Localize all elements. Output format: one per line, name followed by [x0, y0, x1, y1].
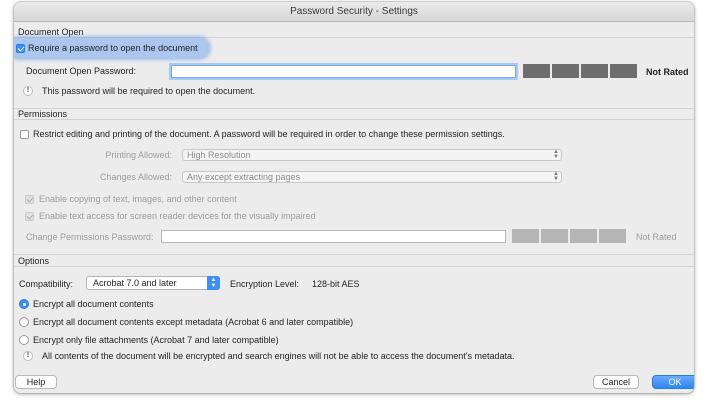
- window-title: Password Security - Settings: [14, 2, 694, 22]
- ok-button[interactable]: OK: [652, 375, 694, 389]
- password-strength-meter: [523, 64, 637, 78]
- encryption-level-value: 128-bit AES: [312, 279, 360, 289]
- permissions-header: Permissions: [14, 108, 694, 120]
- enable-copying-checkbox[interactable]: [25, 195, 34, 204]
- document-open-password-label: Document Open Password:: [25, 66, 136, 76]
- encrypt-except-metadata-label: Encrypt all document contents except met…: [33, 317, 354, 327]
- up-down-arrows-icon: ▲ ▼: [207, 276, 220, 290]
- require-password-label: Require a password to open the document: [28, 43, 198, 53]
- enable-text-access-label: Enable text access for screen reader dev…: [39, 211, 316, 221]
- strength-segment: [581, 64, 608, 78]
- password-rating: Not Rated: [646, 67, 689, 77]
- options-header: Options: [14, 255, 694, 267]
- permissions-strength-meter: [512, 229, 626, 243]
- encrypt-attachments-radio[interactable]: [19, 335, 29, 345]
- cancel-button[interactable]: Cancel: [593, 375, 639, 389]
- strength-segment: [541, 229, 568, 243]
- strength-segment: [512, 229, 539, 243]
- strength-segment: [610, 64, 637, 78]
- info-icon: !: [23, 351, 33, 361]
- document-open-password-field[interactable]: [171, 65, 516, 78]
- printing-allowed-select[interactable]: High Resolution ▲ ▼: [182, 149, 562, 161]
- permissions-rating: Not Rated: [636, 232, 677, 242]
- encrypt-attachments-label: Encrypt only file attachments (Acrobat 7…: [33, 335, 279, 345]
- printing-allowed-value: High Resolution: [187, 150, 251, 160]
- change-permissions-password-label: Change Permissions Password:: [26, 232, 154, 242]
- encryption-level-label: Encryption Level:: [230, 279, 300, 289]
- strength-segment: [552, 64, 579, 78]
- change-permissions-password-field[interactable]: [161, 230, 506, 243]
- up-down-arrows-icon: ▲ ▼: [553, 171, 559, 182]
- changes-allowed-select[interactable]: Any except extracting pages ▲ ▼: [182, 171, 562, 183]
- info-icon: !: [23, 86, 33, 96]
- restrict-editing-label: Restrict editing and printing of the doc…: [33, 129, 505, 139]
- strength-segment: [599, 229, 626, 243]
- up-down-arrows-icon: ▲ ▼: [553, 149, 559, 160]
- encrypt-except-metadata-radio[interactable]: [19, 317, 29, 327]
- strength-segment: [523, 64, 550, 78]
- encrypt-all-radio[interactable]: [19, 299, 29, 309]
- restrict-editing-checkbox[interactable]: [20, 130, 29, 139]
- encrypt-all-label: Encrypt all document contents: [33, 299, 154, 309]
- printing-allowed-label: Printing Allowed:: [105, 150, 172, 160]
- changes-allowed-value: Any except extracting pages: [187, 172, 301, 182]
- strength-segment: [570, 229, 597, 243]
- enable-text-access-checkbox[interactable]: [25, 212, 34, 221]
- require-password-checkbox[interactable]: [16, 44, 25, 53]
- options-note: All contents of the document will be enc…: [42, 351, 515, 361]
- enable-copying-label: Enable copying of text, images, and othe…: [39, 194, 237, 204]
- compatibility-value: Acrobat 7.0 and later: [93, 278, 177, 288]
- compatibility-select[interactable]: Acrobat 7.0 and later ▲ ▼: [86, 276, 220, 290]
- compatibility-label: Compatibility:: [19, 279, 74, 289]
- document-open-note: This password will be required to open t…: [42, 86, 256, 96]
- help-button[interactable]: Help: [15, 375, 57, 389]
- dialog-window: Password Security - Settings Document Op…: [14, 2, 694, 393]
- changes-allowed-label: Changes Allowed:: [99, 172, 172, 182]
